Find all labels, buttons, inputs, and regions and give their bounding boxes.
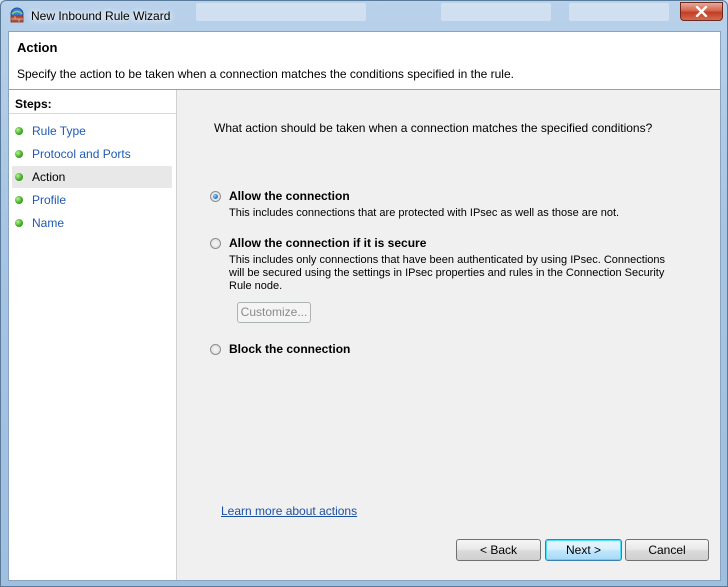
background-window-ghost [569, 3, 669, 21]
learn-more-link[interactable]: Learn more about actions [221, 504, 357, 518]
steps-heading: Steps: [9, 94, 176, 114]
background-window-ghost [196, 3, 366, 21]
customize-button[interactable]: Customize... [237, 302, 311, 323]
option-label[interactable]: Allow the connection if it is secure [229, 236, 426, 250]
window-frame: New Inbound Rule Wizard Action Specify t… [0, 0, 728, 587]
step-label: Name [32, 216, 65, 230]
background-window-ghost [441, 3, 551, 21]
step-status-icon [15, 150, 23, 158]
radio-allow-if-secure[interactable] [210, 238, 221, 249]
window-title: New Inbound Rule Wizard [31, 9, 171, 23]
option-label[interactable]: Allow the connection [229, 189, 350, 203]
radio-allow-connection[interactable] [210, 191, 221, 202]
step-label: Protocol and Ports [32, 147, 131, 161]
step-status-icon [15, 173, 23, 181]
step-profile[interactable]: Profile [12, 189, 172, 211]
step-status-icon [15, 127, 23, 135]
action-content-panel: What action should be taken when a conne… [177, 90, 720, 580]
option-label[interactable]: Block the connection [229, 342, 350, 356]
cancel-button[interactable]: Cancel [625, 539, 709, 561]
step-label: Action [32, 170, 66, 184]
step-status-icon [15, 196, 23, 204]
step-label: Rule Type [32, 124, 86, 138]
step-protocol-and-ports[interactable]: Protocol and Ports [12, 143, 172, 165]
wizard-client-area: Action Specify the action to be taken wh… [8, 31, 721, 581]
close-icon [695, 6, 708, 17]
firewall-wizard-icon [9, 7, 25, 23]
option-description: This includes only connections that have… [229, 254, 665, 292]
steps-panel: Steps: Rule Type Protocol and Ports Acti… [9, 90, 177, 580]
step-label: Profile [32, 193, 67, 207]
page-title: Action [17, 40, 58, 55]
step-name[interactable]: Name [12, 212, 172, 234]
next-button[interactable]: Next > [545, 539, 622, 561]
step-action[interactable]: Action [12, 166, 172, 188]
title-bar[interactable]: New Inbound Rule Wizard [1, 1, 728, 31]
action-question: What action should be taken when a conne… [214, 121, 653, 135]
close-button[interactable] [680, 2, 723, 21]
radio-block-connection[interactable] [210, 344, 221, 355]
option-description: This includes connections that are prote… [229, 207, 620, 219]
step-status-icon [15, 219, 23, 227]
step-rule-type[interactable]: Rule Type [12, 120, 172, 142]
back-button[interactable]: < Back [456, 539, 541, 561]
wizard-header: Action Specify the action to be taken wh… [9, 32, 720, 90]
page-description: Specify the action to be taken when a co… [17, 67, 514, 81]
